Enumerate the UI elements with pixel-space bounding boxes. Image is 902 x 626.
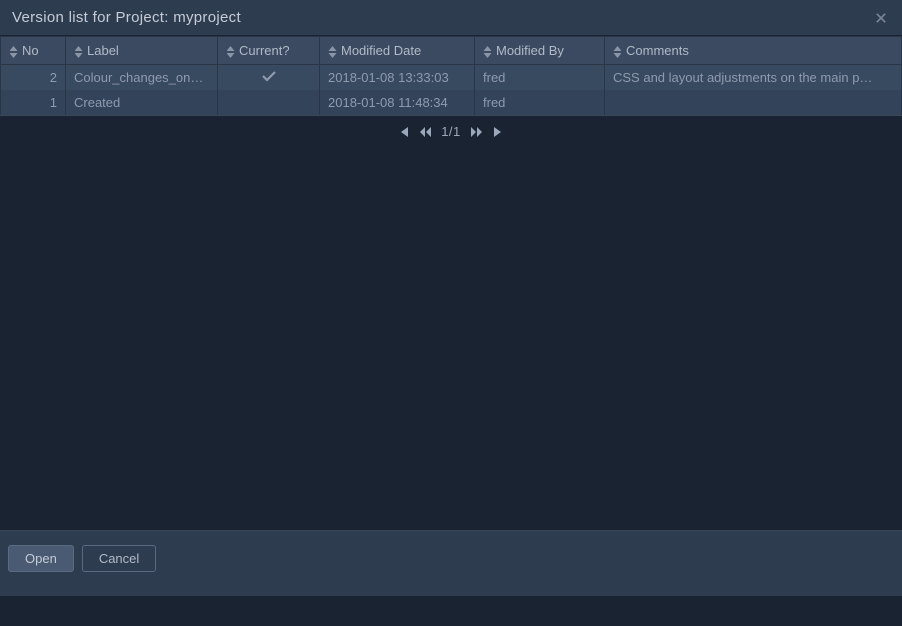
version-table-container: No Label Current? Modified Date Modified… bbox=[0, 36, 902, 116]
table-row[interactable]: 2Colour_changes_on… 2018-01-08 13:33:03fr… bbox=[1, 65, 902, 91]
cell-label: Colour_changes_on… bbox=[66, 65, 218, 91]
column-label: Modified By bbox=[496, 43, 564, 58]
sort-icon bbox=[613, 43, 622, 58]
dialog-title: Version list for Project: myproject bbox=[12, 9, 241, 26]
sort-icon bbox=[9, 43, 18, 58]
column-header-current[interactable]: Current? bbox=[218, 37, 320, 65]
button-bar: Open Cancel bbox=[0, 530, 902, 596]
column-label: Comments bbox=[626, 43, 689, 58]
cell-current bbox=[218, 65, 320, 91]
column-header-no[interactable]: No bbox=[1, 37, 66, 65]
cell-modified-by: fred bbox=[475, 90, 605, 115]
cancel-button[interactable]: Cancel bbox=[82, 545, 156, 572]
close-icon[interactable] bbox=[872, 6, 890, 30]
column-header-label[interactable]: Label bbox=[66, 37, 218, 65]
cell-modified-date: 2018-01-08 13:33:03 bbox=[320, 65, 475, 91]
sort-icon bbox=[74, 43, 83, 58]
sort-icon bbox=[483, 43, 492, 58]
footer-strip bbox=[0, 596, 902, 626]
sort-icon bbox=[226, 43, 235, 58]
column-label: Modified Date bbox=[341, 43, 421, 58]
table-header-row: No Label Current? Modified Date Modified… bbox=[1, 37, 902, 65]
dialog-header: Version list for Project: myproject bbox=[0, 0, 902, 36]
pager-info: 1/1 bbox=[441, 124, 461, 139]
cell-comments: CSS and layout adjustments on the main p… bbox=[605, 65, 902, 91]
pager-next-icon[interactable] bbox=[471, 126, 483, 138]
pager-last-icon[interactable] bbox=[493, 126, 505, 138]
sort-icon bbox=[328, 43, 337, 58]
cell-current bbox=[218, 90, 320, 115]
check-icon bbox=[262, 70, 276, 85]
open-button[interactable]: Open bbox=[8, 545, 74, 572]
version-table: No Label Current? Modified Date Modified… bbox=[0, 36, 902, 115]
column-label: Current? bbox=[239, 43, 290, 58]
cell-no: 1 bbox=[1, 90, 66, 115]
cell-comments bbox=[605, 90, 902, 115]
column-label: No bbox=[22, 43, 39, 58]
cell-no: 2 bbox=[1, 65, 66, 91]
cell-label: Created bbox=[66, 90, 218, 115]
column-header-modified-date[interactable]: Modified Date bbox=[320, 37, 475, 65]
table-row[interactable]: 1Created 2018-01-08 11:48:34fred bbox=[1, 90, 902, 115]
pager-prev-icon[interactable] bbox=[419, 126, 431, 138]
pager: 1/1 bbox=[0, 116, 902, 147]
version-list-dialog: Version list for Project: myproject No L… bbox=[0, 0, 902, 626]
column-header-modified-by[interactable]: Modified By bbox=[475, 37, 605, 65]
pager-first-icon[interactable] bbox=[397, 126, 409, 138]
column-header-comments[interactable]: Comments bbox=[605, 37, 902, 65]
column-label: Label bbox=[87, 43, 119, 58]
cell-modified-date: 2018-01-08 11:48:34 bbox=[320, 90, 475, 115]
cell-modified-by: fred bbox=[475, 65, 605, 91]
content-area: 1/1 bbox=[0, 116, 902, 530]
